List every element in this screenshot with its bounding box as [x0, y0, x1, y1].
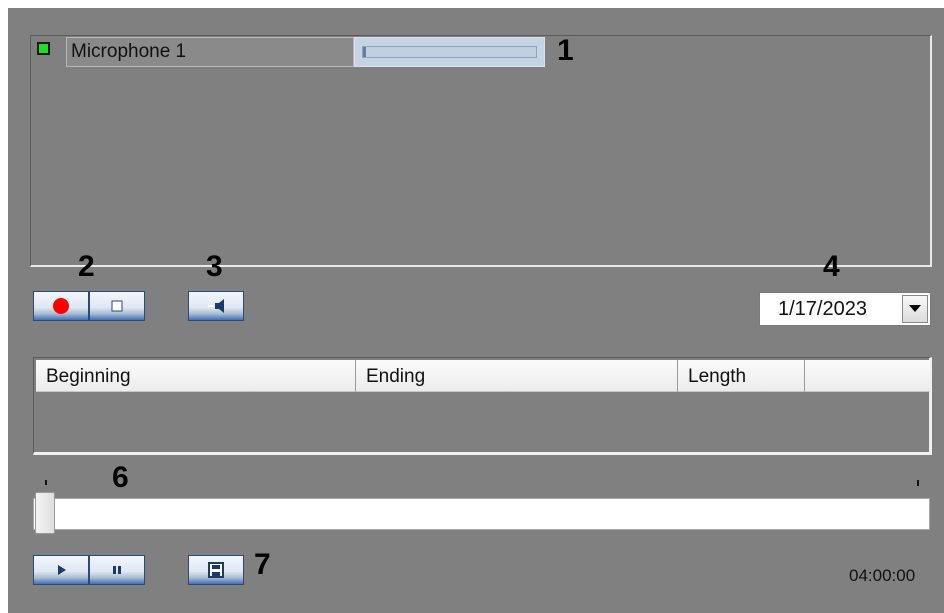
column-header-blank[interactable]	[805, 360, 930, 392]
save-toolbar	[188, 555, 244, 585]
microphone-status-icon	[37, 42, 50, 55]
callout-1: 1	[557, 34, 574, 67]
save-button[interactable]	[188, 555, 244, 585]
record-button[interactable]	[33, 291, 89, 321]
callout-6: 6	[112, 461, 129, 494]
stop-button[interactable]	[89, 291, 145, 321]
callout-4: 4	[823, 250, 840, 283]
microphone-list	[30, 35, 932, 267]
level-fill	[363, 47, 367, 57]
timeline-start-tick	[45, 480, 47, 485]
timeline	[33, 492, 932, 534]
chevron-down-icon	[909, 305, 921, 312]
date-value: 1/17/2023	[778, 298, 867, 320]
timeline-track[interactable]	[33, 498, 930, 530]
records-table-header: Beginning Ending Length	[36, 360, 930, 392]
date-picker[interactable]: 1/17/2023	[759, 292, 931, 326]
pause-button[interactable]	[89, 555, 145, 585]
stop-icon	[111, 300, 123, 312]
playback-toolbar	[33, 555, 145, 585]
callout-3: 3	[206, 250, 223, 283]
microphone-level-meter	[354, 37, 545, 67]
speaker-icon	[208, 299, 224, 313]
column-header-beginning[interactable]: Beginning	[36, 360, 356, 392]
records-table: Beginning Ending Length	[33, 357, 932, 455]
microphone-name[interactable]: Microphone 1	[66, 37, 354, 67]
column-header-ending[interactable]: Ending	[356, 360, 678, 392]
save-icon	[208, 562, 224, 578]
callout-7: 7	[254, 548, 271, 581]
speaker-button[interactable]	[188, 291, 244, 321]
column-header-length[interactable]: Length	[678, 360, 805, 392]
timeline-end-tick	[917, 480, 919, 486]
sound-toolbar	[188, 291, 244, 321]
date-dropdown-button[interactable]	[902, 295, 928, 323]
pause-icon	[113, 566, 121, 574]
timeline-slider-thumb[interactable]	[35, 492, 55, 534]
time-readout: 04:00:00	[849, 566, 916, 585]
play-button[interactable]	[33, 555, 89, 585]
record-toolbar	[33, 291, 145, 321]
callout-2: 2	[78, 250, 95, 283]
play-icon	[58, 565, 66, 575]
record-icon	[53, 298, 69, 314]
